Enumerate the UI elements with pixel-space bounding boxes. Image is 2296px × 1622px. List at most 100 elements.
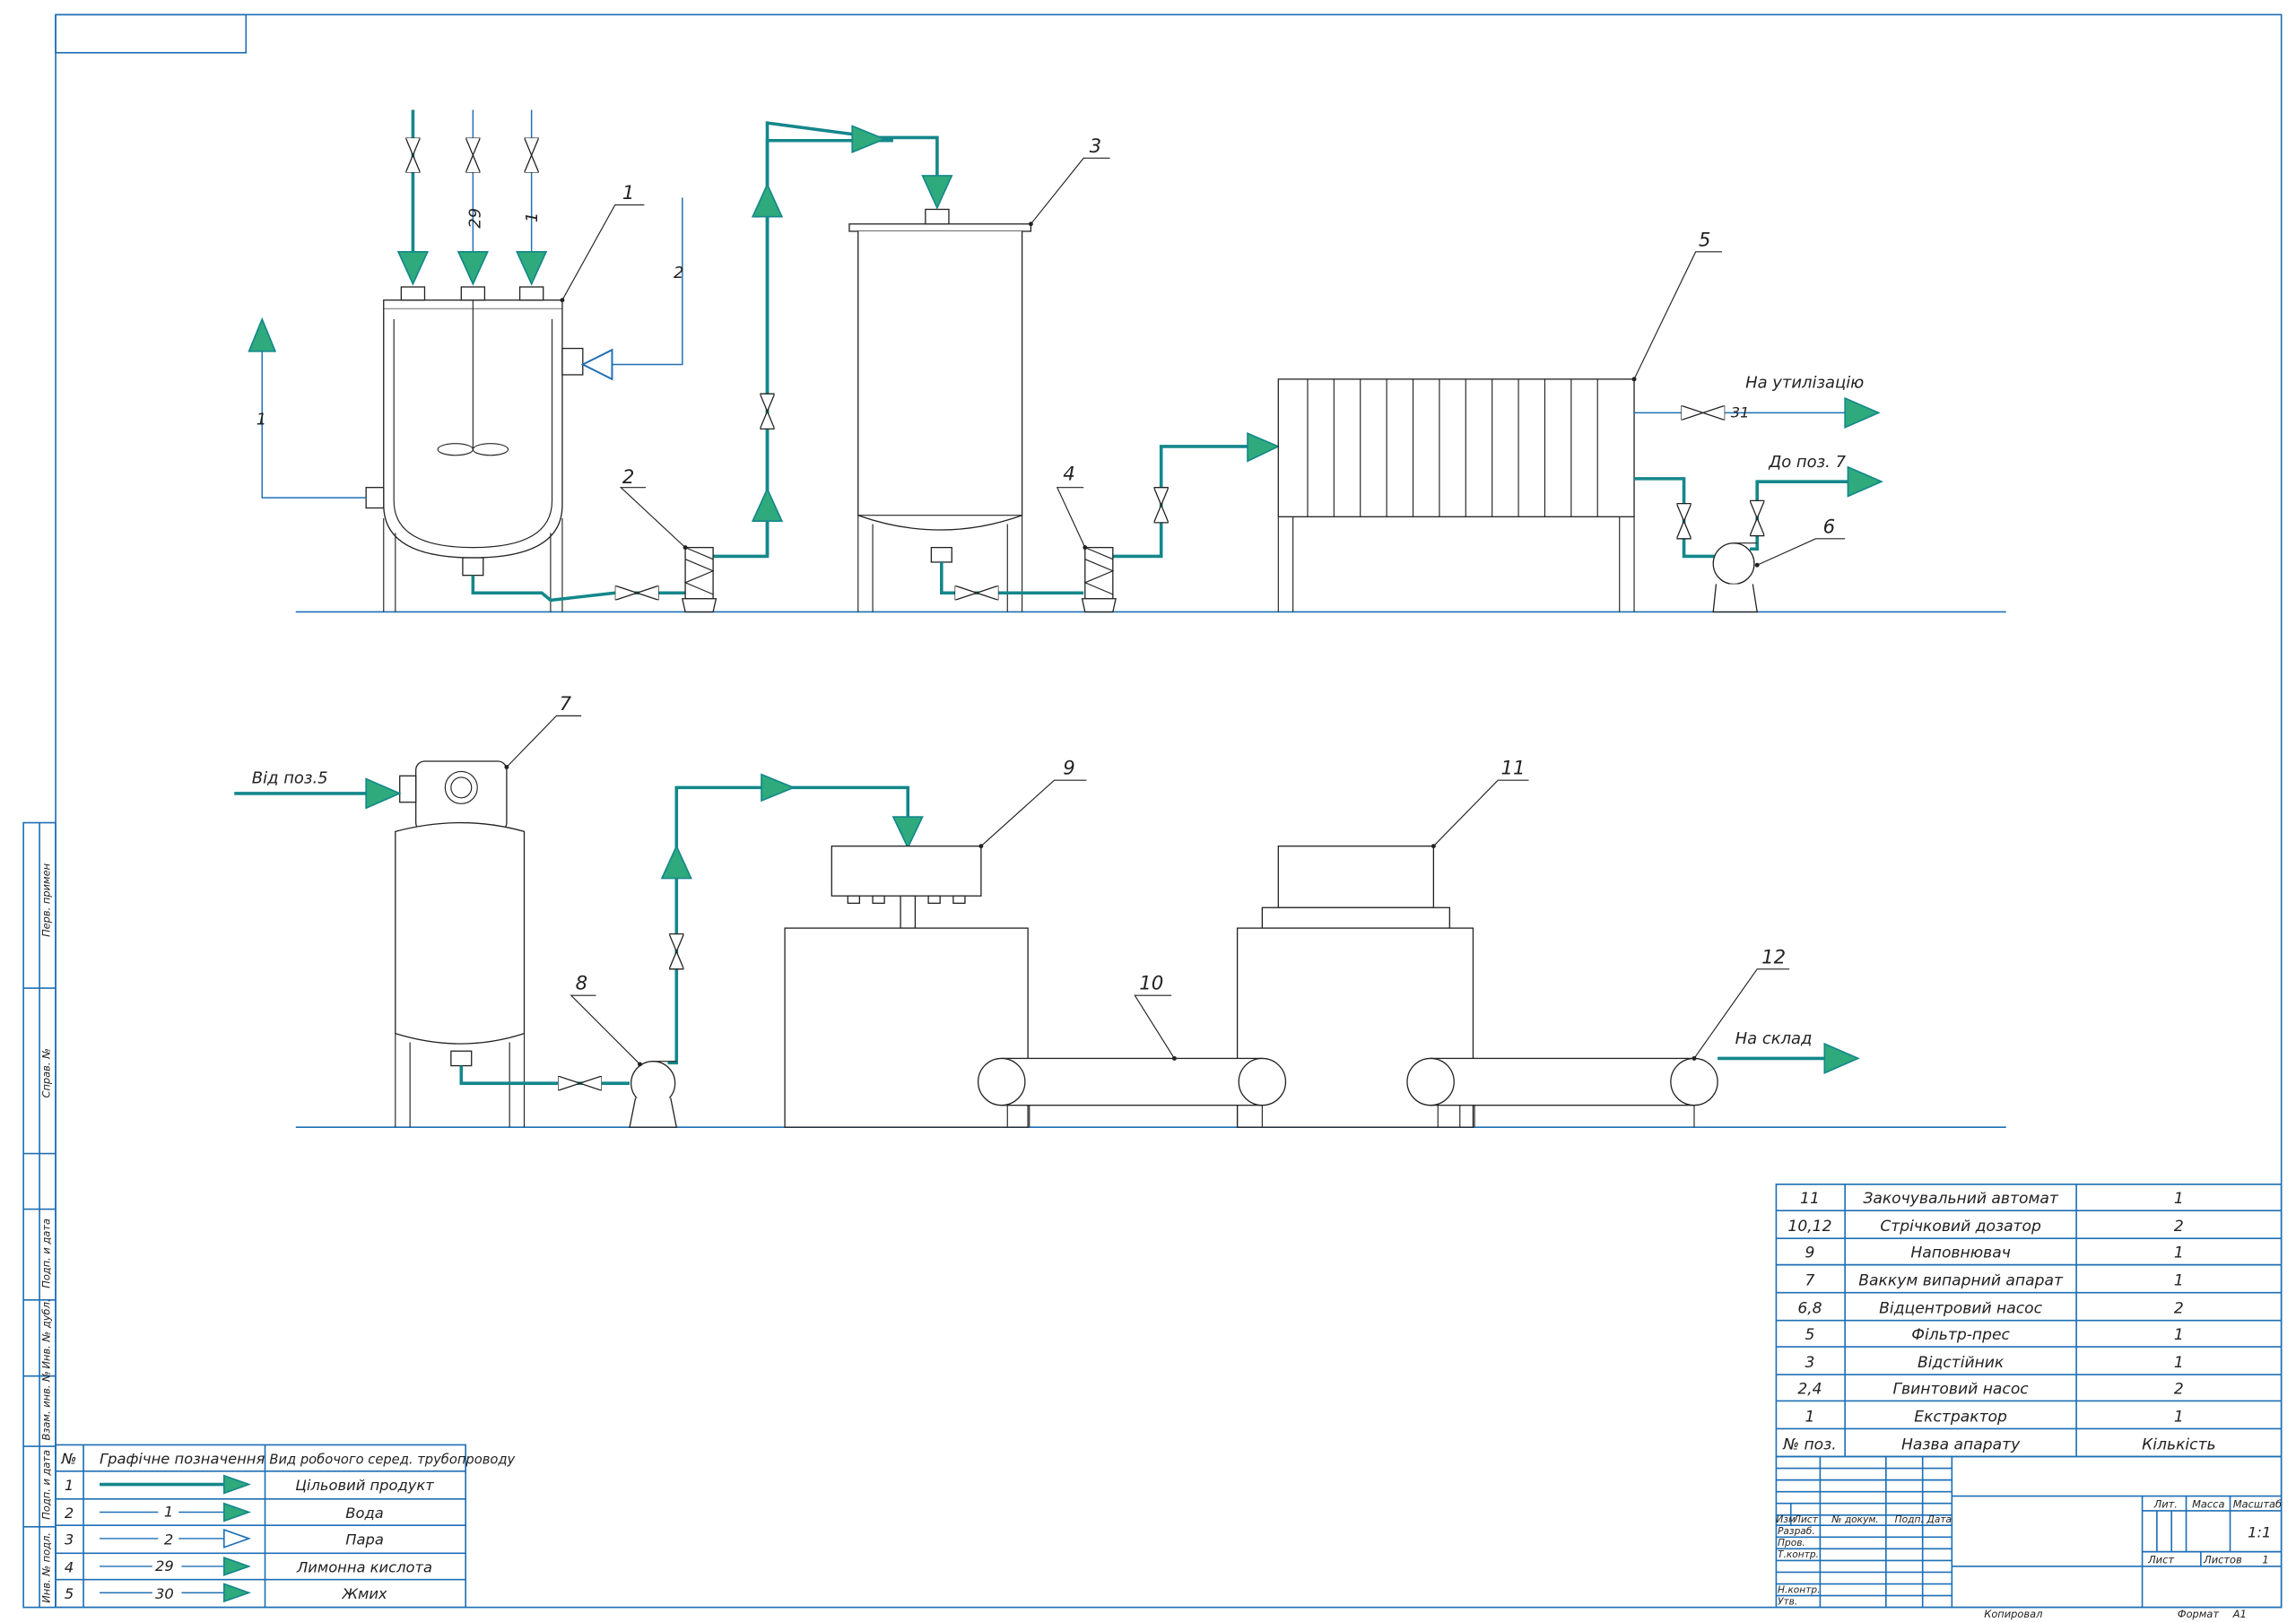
position-label: 8 [576, 973, 588, 995]
destination-label: До поз. 7 [1768, 453, 1846, 472]
legend-row-number: 2 [65, 1505, 74, 1522]
spec-name: Стрічковий дозатор [1880, 1218, 2041, 1236]
spec-name: Ваккум випарний апарат [1858, 1271, 2064, 1289]
spec-name: Відцентровий насос [1879, 1300, 2042, 1318]
position-label: 3 [1090, 135, 1102, 158]
spec-name: Гвинтовий насос [1893, 1380, 2030, 1398]
centrifugal-pump-8 [629, 1061, 678, 1128]
title-row-label: Н.контр. [1778, 1583, 1820, 1595]
title-sheets-value: 1 [2262, 1554, 2268, 1566]
spec-pos: 2,4 [1797, 1380, 1822, 1398]
spec-qty: 1 [2174, 1354, 2184, 1372]
line-label: 31 [1731, 403, 1750, 421]
title-col-label: Дата [1926, 1514, 1952, 1525]
spec-qty: 1 [2174, 1408, 2184, 1426]
legend-code: 1 [164, 1503, 173, 1520]
spec-pos: 11 [1800, 1190, 1820, 1208]
title-sheet: Лист [2147, 1554, 2174, 1566]
spec-header: Кількість [2142, 1436, 2216, 1453]
line-label: 1 [257, 410, 266, 429]
legend-name: Вода [345, 1505, 383, 1522]
position-label: 12 [1761, 946, 1786, 968]
pid-drawing: Перв. примен Справ. № Подп. и дата Инв. … [22, 13, 2283, 1620]
side-stamp: Взам. инв. № [40, 1371, 53, 1440]
title-format-value: A1 [2232, 1608, 2247, 1620]
title-copied: Копировал [1984, 1608, 2042, 1620]
line-label: 29 [466, 208, 485, 229]
spec-pos: 10,12 [1787, 1218, 1831, 1236]
legend-table: № Графічне позначення Вид робочого серед… [55, 1444, 516, 1609]
side-stamps: Перв. примен Справ. № Подп. и дата Инв. … [40, 863, 53, 1602]
spec-pos: 5 [1805, 1326, 1815, 1344]
centrifugal-pump-6 [1712, 542, 1758, 613]
side-stamp: Подп. и дата [40, 1450, 53, 1520]
line-label: 2 [674, 264, 683, 282]
spec-table: 11 Закочувальний автомат 1 10,12 Стрічко… [1775, 1184, 2283, 1458]
spec-qty: 2 [2174, 1218, 2184, 1236]
position-label: 6 [1823, 516, 1836, 538]
spec-name: Наповнювач [1910, 1244, 2010, 1262]
steam-inlet: 2 [580, 197, 683, 381]
title-sheets: Листов [2203, 1554, 2242, 1566]
side-stamp: Перв. примен [40, 863, 53, 937]
side-stamp: Подп. и дата [40, 1219, 53, 1288]
position-label: 11 [1500, 758, 1525, 780]
title-block: Изм Лист № докум. Подп. Дата Разраб. Про… [1775, 1455, 2283, 1620]
legend-name: Лимонна кислота [296, 1558, 432, 1575]
position-label: 5 [1699, 229, 1711, 251]
filter-outlets: 31 На утилізацію До поз. 7 [1634, 374, 1884, 559]
legend-row-number: 1 [65, 1477, 74, 1494]
extractor-inlets: 29 1 [396, 109, 548, 286]
side-stamp: Инв. № дубл. [40, 1298, 53, 1368]
spec-qty: 1 [2174, 1244, 2184, 1262]
spec-pos: 3 [1805, 1354, 1815, 1372]
spec-name: Фільтр-прес [1911, 1326, 2010, 1344]
legend-header: Вид робочого серед. трубопроводу [269, 1453, 515, 1468]
spec-qty: 2 [2174, 1380, 2184, 1398]
spec-header: № поз. [1782, 1436, 1836, 1453]
spec-header: Назва апарату [1901, 1436, 2021, 1453]
legend-row-number: 3 [65, 1531, 74, 1548]
legend-code: 2 [164, 1531, 173, 1548]
spec-name: Екстрактор [1914, 1408, 2007, 1426]
evaporator-inlet: Від поз.5 [234, 768, 402, 810]
position-label: 1 [622, 182, 635, 204]
position-label: 4 [1063, 464, 1075, 486]
position-label: 2 [622, 466, 635, 489]
legend-row-number: 5 [65, 1585, 74, 1602]
title-lit: Лит. [2153, 1498, 2178, 1511]
destination-label: Від поз.5 [252, 768, 328, 787]
spec-name: Закочувальний автомат [1863, 1190, 2059, 1208]
spec-qty: 1 [2174, 1271, 2184, 1289]
screw-pump-4 [1081, 546, 1117, 613]
title-row-label: Т.контр. [1778, 1548, 1819, 1560]
title-mass: Масса [2192, 1498, 2224, 1511]
screw-pump-2 [682, 546, 718, 613]
legend-name: Цільовий продукт [295, 1477, 434, 1494]
spec-name: Відстійник [1918, 1354, 2005, 1372]
line-label: 1 [523, 213, 542, 222]
spec-qty: 2 [2174, 1300, 2184, 1318]
side-stamp: Справ. № [40, 1048, 53, 1098]
title-row-label: Разраб. [1778, 1525, 1815, 1537]
side-stamp: Инв. № подл. [40, 1532, 53, 1603]
position-label: 9 [1063, 758, 1075, 780]
filter-press-5 [1277, 378, 1635, 612]
legend-name: Жмих [341, 1585, 387, 1602]
extractor-outlet-1: 1 [248, 317, 367, 499]
spec-pos: 7 [1805, 1271, 1815, 1289]
extractor-1 [365, 286, 584, 612]
title-col-label: Подп. [1895, 1514, 1924, 1525]
legend-header: Графічне позначення [100, 1451, 265, 1468]
spec-pos: 9 [1805, 1244, 1815, 1262]
spec-pos: 1 [1805, 1408, 1815, 1426]
title-row-label: Утв. [1778, 1595, 1797, 1607]
spec-qty: 1 [2174, 1190, 2184, 1208]
title-col-label: Лист [1793, 1514, 1819, 1525]
legend-name: Пара [345, 1531, 384, 1548]
title-scale: Масштаб [2233, 1498, 2282, 1511]
title-format: Формат [2178, 1608, 2220, 1620]
spec-qty: 1 [2174, 1326, 2184, 1344]
title-scale-value: 1:1 [2248, 1523, 2271, 1540]
spec-pos: 6,8 [1797, 1300, 1822, 1318]
